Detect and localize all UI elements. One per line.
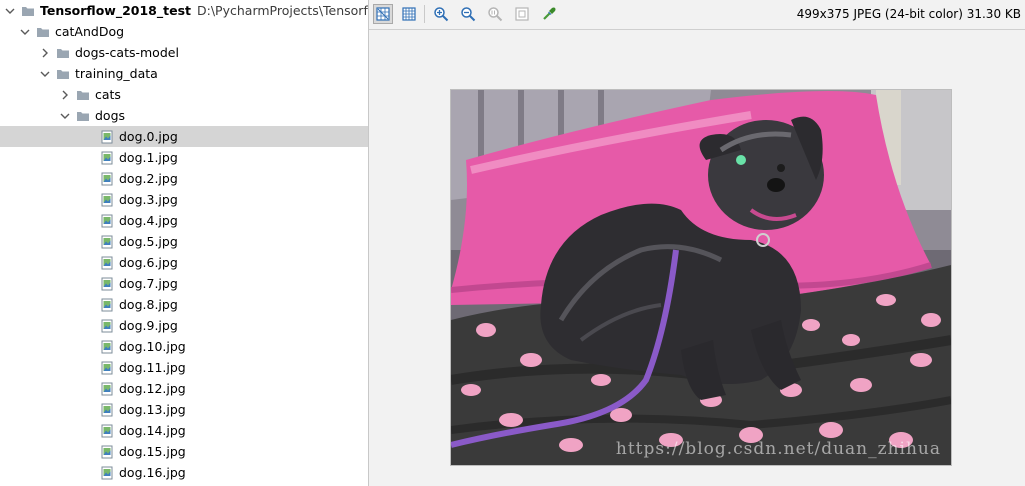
toolbar-separator xyxy=(424,5,425,23)
file-name: dog.11.jpg xyxy=(119,360,186,375)
file-item[interactable]: dog.11.jpg xyxy=(0,357,368,378)
zoom-out-button[interactable] xyxy=(458,4,478,24)
file-item[interactable]: dog.3.jpg xyxy=(0,189,368,210)
image-file-icon xyxy=(101,466,113,479)
tree-node-label: dogs-cats-model xyxy=(75,45,179,60)
file-item[interactable]: dog.6.jpg xyxy=(0,252,368,273)
grid-icon xyxy=(376,7,390,21)
tree-node-cats[interactable]: cats xyxy=(0,84,368,105)
file-item[interactable]: dog.5.jpg xyxy=(0,231,368,252)
folder-icon xyxy=(77,111,89,121)
image-file-icon xyxy=(101,340,113,353)
tree-node-label: training_data xyxy=(75,66,158,81)
viewer-toolbar: 499x375 JPEG (24-bit color) 31.30 KB xyxy=(369,0,1025,30)
image-file-icon xyxy=(101,130,113,143)
chevron-right-icon[interactable] xyxy=(38,42,52,63)
image-file-icon xyxy=(101,403,113,416)
file-item[interactable]: dog.9.jpg xyxy=(0,315,368,336)
folder-icon xyxy=(37,27,49,37)
image-file-icon xyxy=(101,193,113,206)
image-info: 499x375 JPEG (24-bit color) 31.30 KB xyxy=(796,7,1021,21)
image-file-icon xyxy=(101,319,113,332)
image-viewer: 499x375 JPEG (24-bit color) 31.30 KB htt… xyxy=(369,0,1025,486)
file-item[interactable]: dog.2.jpg xyxy=(0,168,368,189)
file-item[interactable]: dog.8.jpg xyxy=(0,294,368,315)
file-item[interactable]: dog.16.jpg xyxy=(0,462,368,483)
image-file-icon xyxy=(101,298,113,311)
folder-icon xyxy=(77,90,89,100)
file-name: dog.14.jpg xyxy=(119,423,186,438)
file-name: dog.15.jpg xyxy=(119,444,186,459)
file-name: dog.13.jpg xyxy=(119,402,186,417)
folder-icon xyxy=(57,69,69,79)
project-path: D:\PycharmProjects\Tensorflow_2 xyxy=(197,3,368,18)
image-file-icon xyxy=(101,256,113,269)
toggle-grid-button[interactable] xyxy=(373,4,393,24)
dog-photo: https://blog.csdn.net/duan_zhihua xyxy=(450,89,952,466)
toggle-background-button[interactable] xyxy=(399,4,419,24)
project-name: Tensorflow_2018_test xyxy=(40,3,191,18)
file-name: dog.6.jpg xyxy=(119,255,178,270)
file-name: dog.5.jpg xyxy=(119,234,178,249)
file-name: dog.8.jpg xyxy=(119,297,178,312)
image-file-icon xyxy=(101,361,113,374)
file-item[interactable]: dog.10.jpg xyxy=(0,336,368,357)
fit-zoom-icon xyxy=(515,7,529,21)
image-canvas[interactable]: https://blog.csdn.net/duan_zhihua xyxy=(369,30,1025,486)
tree-node-label: dogs xyxy=(95,108,126,123)
actual-size-icon xyxy=(488,7,503,22)
image-file-icon xyxy=(101,151,113,164)
zoom-out-icon xyxy=(461,7,476,22)
tree-node-label: cats xyxy=(95,87,121,102)
tree-node-catanddog[interactable]: catAndDog xyxy=(0,21,368,42)
chevron-down-icon[interactable] xyxy=(3,0,17,21)
image-file-icon xyxy=(101,445,113,458)
tree-node-training-data[interactable]: training_data xyxy=(0,63,368,84)
file-item[interactable]: dog.14.jpg xyxy=(0,420,368,441)
zoom-in-icon xyxy=(434,7,449,22)
file-name: dog.10.jpg xyxy=(119,339,186,354)
file-item[interactable]: dog.7.jpg xyxy=(0,273,368,294)
eyedropper-icon xyxy=(543,7,556,20)
file-name: dog.16.jpg xyxy=(119,465,186,480)
chevron-down-icon[interactable] xyxy=(58,105,72,126)
color-picker-button[interactable] xyxy=(539,4,559,24)
tree-node-dogs-cats-model[interactable]: dogs-cats-model xyxy=(0,42,368,63)
chevron-down-icon[interactable] xyxy=(38,63,52,84)
file-name: dog.7.jpg xyxy=(119,276,178,291)
image-file-icon xyxy=(101,424,113,437)
chevron-down-icon[interactable] xyxy=(18,21,32,42)
image-file-icon xyxy=(101,382,113,395)
tree-node-project-root[interactable]: Tensorflow_2018_test D:\PycharmProjects\… xyxy=(0,0,368,21)
image-file-icon xyxy=(101,172,113,185)
file-item[interactable]: dog.13.jpg xyxy=(0,399,368,420)
file-name: dog.2.jpg xyxy=(119,171,178,186)
folder-icon xyxy=(22,6,34,16)
file-name: dog.3.jpg xyxy=(119,192,178,207)
file-item[interactable]: dog.0.jpg xyxy=(0,126,368,147)
fit-zoom-button[interactable] xyxy=(512,4,532,24)
project-tree: Tensorflow_2018_test D:\PycharmProjects\… xyxy=(0,0,368,486)
folder-icon xyxy=(57,48,69,58)
file-name: dog.0.jpg xyxy=(119,129,178,144)
tree-node-label: catAndDog xyxy=(55,24,125,39)
image-file-icon xyxy=(101,277,113,290)
actual-size-button[interactable] xyxy=(485,4,505,24)
file-item[interactable]: dog.12.jpg xyxy=(0,378,368,399)
chessboard-icon xyxy=(402,7,416,21)
chevron-right-icon[interactable] xyxy=(58,84,72,105)
file-item[interactable]: dog.15.jpg xyxy=(0,441,368,462)
tree-node-dogs[interactable]: dogs xyxy=(0,105,368,126)
file-name: dog.9.jpg xyxy=(119,318,178,333)
file-item[interactable]: dog.1.jpg xyxy=(0,147,368,168)
file-name: dog.1.jpg xyxy=(119,150,178,165)
file-name: dog.4.jpg xyxy=(119,213,178,228)
image-file-icon xyxy=(101,214,113,227)
watermark: https://blog.csdn.net/duan_zhihua xyxy=(615,439,941,459)
file-item[interactable]: dog.4.jpg xyxy=(0,210,368,231)
image-file-icon xyxy=(101,235,113,248)
zoom-in-button[interactable] xyxy=(431,4,451,24)
file-name: dog.12.jpg xyxy=(119,381,186,396)
